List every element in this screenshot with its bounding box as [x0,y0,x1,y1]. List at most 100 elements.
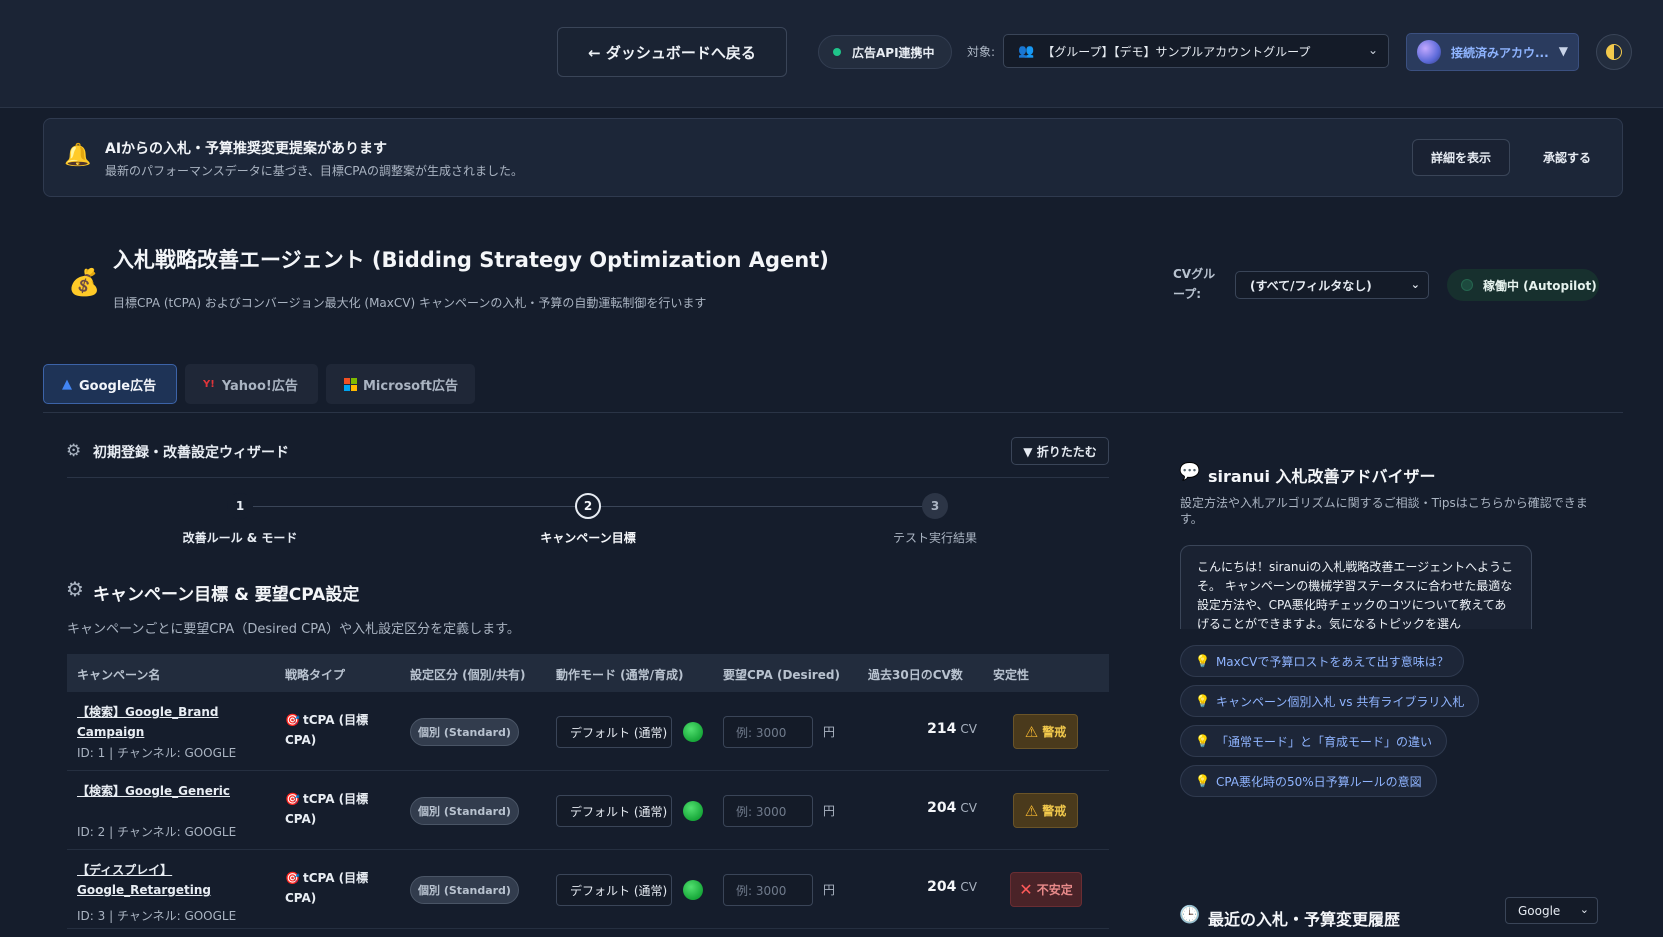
back-to-dashboard-button[interactable]: ← ダッシュボードへ戻る [557,27,787,77]
ai-proposal-notice: 🔔 AIからの入札・予算推奨変更提案があります 最新のパフォーマンスデータに基づ… [43,118,1623,197]
campaign-name-link[interactable]: 【検索】Google_Generic [77,781,247,801]
warning-icon: ⚠ [1024,801,1039,820]
yahoo-icon: Y! [203,378,215,390]
chat-icon: 💬 [1179,462,1201,482]
stability-label: 警戒 [1042,725,1067,739]
moon-icon [1606,44,1622,60]
suggestion-chip[interactable]: 💡 MaxCVで予算ロストをあえて出す意味は？ [1180,645,1464,677]
desired-cpa-input[interactable]: 例: 3000 [723,874,813,906]
collapse-button[interactable]: ▼ 折りたたむ [1011,437,1109,465]
campaign-id: ID: 3 | チャンネル: GOOGLE [77,909,237,923]
lightbulb-icon: 💡 [1195,654,1210,668]
advisor-title: siranui 入札改善アドバイザー [1208,467,1436,486]
approve-button[interactable]: 承認する [1526,139,1608,176]
desired-cpa-input[interactable]: 例: 3000 [723,716,813,748]
target-value: 【グループ】【デモ】サンプルアカウントグループ [1042,44,1311,59]
account-menu-button[interactable]: 接続済みアカウ... ▼ [1406,33,1579,71]
campaign-name-link[interactable]: 【ディスプレイ】Google_Retargeting [77,860,247,900]
table-row: 【検索】Google_Generic ID: 2 | チャンネル: GOOGLE… [67,771,1109,850]
group-icon: 👥 [1018,43,1035,59]
cv-count: 204 CV [897,800,977,816]
advisor-subtitle: 設定方法や入札アルゴリズムに関するご相談・Tipsはこちらから確認できます。 [1180,496,1588,526]
cv-unit: CV [960,722,977,736]
tab-label: Yahoo!広告 [221,378,298,394]
target-select[interactable]: 👥 【グループ】【デモ】サンプルアカウントグループ ⌄ [1003,34,1389,68]
warning-icon: ⚠ [1024,722,1039,741]
api-status-label: 広告API連携中 [852,45,935,60]
status-dot-icon [1461,279,1473,291]
cv-count: 204 CV [897,879,977,895]
clock-icon: 🕒 [1179,905,1201,925]
table-row: 【検索】Google_Brand Campaign ID: 1 | チャンネル:… [67,692,1109,771]
suggestion-chip[interactable]: 💡 CPA悪化時の50%日予算ルールの意図 [1180,765,1437,797]
cv-unit: CV [960,880,977,894]
step-1-indicator[interactable]: 1 [227,493,253,519]
stability-label: 不安定 [1036,883,1073,897]
step-2-indicator[interactable]: 2 [575,493,601,519]
setting-badge[interactable]: 個別 (Standard) [410,718,519,746]
chevron-down-icon: ⌄ [1410,278,1420,291]
column-header: 設定区分 (個別/共有) [410,668,526,682]
currency-label: 円 [823,883,836,897]
section-title: キャンペーン目標 & 要望CPA設定 [93,585,360,605]
suggestion-chip[interactable]: 💡 「通常モード」と「育成モード」の違い [1180,725,1447,757]
divider [43,412,1623,413]
status-dot-icon [833,48,841,56]
step-3-label: テスト実行結果 [892,531,977,545]
stability-badge: ⚠ 警戒 [1013,793,1078,828]
campaign-id: ID: 2 | チャンネル: GOOGLE [77,825,237,839]
show-details-button[interactable]: 詳細を表示 [1412,139,1510,176]
target-label: 対象: [967,45,996,59]
cv-unit: CV [960,801,977,815]
setting-badge[interactable]: 個別 (Standard) [410,876,519,904]
mode-select[interactable]: デフォルト (通常) [556,716,672,748]
cv-count: 214 CV [897,721,977,737]
status-indicator-icon [683,880,703,900]
column-header: 戦略タイプ [285,668,346,682]
chip-label: CPA悪化時の50%日予算ルールの意図 [1215,774,1422,789]
tab-label: Google広告 [79,378,157,394]
tab-microsoft[interactable]: Microsoft広告 [326,364,475,404]
column-header: 動作モード (通常/育成) [556,668,684,682]
setting-badge[interactable]: 個別 (Standard) [410,797,519,825]
history-channel-value: Google [1518,903,1561,918]
suggestion-chip[interactable]: 💡 キャンペーン個別入札 vs 共有ライブラリ入札 [1180,685,1480,717]
target-icon: 🎯 [285,713,300,727]
lightbulb-icon: 💡 [1195,774,1210,788]
wizard-title: 初期登録・改善設定ウィザード [93,445,289,461]
money-bag-icon: 💰 [68,268,101,298]
status-indicator-icon [683,722,703,742]
column-header: 安定性 [993,668,1030,682]
api-status-badge: 広告API連携中 [818,35,952,69]
bell-icon: 🔔 [64,143,92,168]
cv-group-label: CVグループ: [1173,267,1216,301]
strategy-type: 🎯 tCPA (目標CPA) [285,710,385,750]
chip-label: キャンペーン個別入札 vs 共有ライブラリ入札 [1215,694,1465,709]
stability-label: 警戒 [1042,804,1067,818]
section-subtitle: キャンペーンごとに要望CPA（Desired CPA）や入札設定区分を定義します… [67,622,520,637]
autopilot-status-toggle[interactable]: 稼働中 (Autopilot) [1447,269,1599,301]
cv-group-select[interactable]: (すべて/フィルタなし) ⌄ [1235,271,1429,299]
step-2-label: キャンペーン目標 [540,531,636,545]
microsoft-icon [344,377,357,391]
tab-yahoo[interactable]: Y! Yahoo!広告 [185,364,318,404]
column-header: キャンペーン名 [77,668,161,682]
desired-cpa-input[interactable]: 例: 3000 [723,795,813,827]
currency-label: 円 [823,804,836,818]
chevron-down-icon: ⌄ [1367,43,1378,57]
step-3-indicator[interactable]: 3 [922,493,948,519]
theme-toggle-button[interactable] [1596,34,1632,70]
history-title: 最近の入札・予算変更履歴 [1208,910,1401,929]
tab-google[interactable]: ▲ Google広告 [43,364,177,404]
mode-select[interactable]: デフォルト (通常) [556,795,672,827]
caret-down-icon: ▼ [1558,44,1568,58]
mode-select[interactable]: デフォルト (通常) [556,874,672,906]
account-label: 接続済みアカウ... [1451,45,1549,60]
target-icon: 🎯 [285,871,300,885]
table-header: キャンペーン名 戦略タイプ 設定区分 (個別/共有) 動作モード (通常/育成)… [67,654,1109,692]
strategy-type: 🎯 tCPA (目標CPA) [285,868,385,908]
campaign-name-link[interactable]: 【検索】Google_Brand Campaign [77,702,247,742]
history-channel-select[interactable]: Google ⌄ [1505,897,1598,924]
top-header: ← ダッシュボードへ戻る 広告API連携中 対象: 👥 【グループ】【デモ】サン… [0,0,1663,108]
page-title: 入札戦略改善エージェント (Bidding Strategy Optimizat… [113,248,829,272]
